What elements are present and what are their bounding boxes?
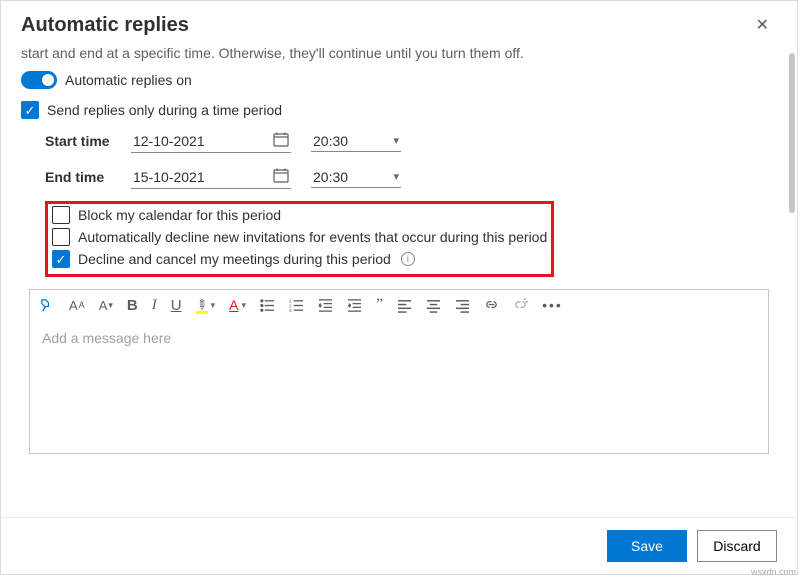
- font-size-icon[interactable]: A▾: [99, 298, 113, 313]
- dialog-title: Automatic replies: [21, 14, 189, 37]
- start-time-value: 20:30: [313, 133, 348, 149]
- block-calendar-label: Block my calendar for this period: [78, 207, 281, 223]
- close-icon[interactable]: ✕: [748, 11, 777, 39]
- editor-toolbar: AA A▾ B I U ✎▾ A▾ 123 ” •••: [30, 290, 768, 320]
- italic-icon[interactable]: I: [152, 297, 157, 314]
- auto-decline-label: Automatically decline new invitations fo…: [78, 229, 547, 245]
- end-time-field[interactable]: 20:30 ▾: [311, 167, 401, 188]
- watermark: wsxdn.com: [751, 567, 796, 577]
- underline-icon[interactable]: U: [171, 297, 182, 314]
- font-family-icon[interactable]: AA: [69, 298, 85, 313]
- message-editor: AA A▾ B I U ✎▾ A▾ 123 ” ••• Add a messag…: [29, 289, 769, 454]
- chevron-down-icon: ▾: [393, 170, 399, 183]
- auto-decline-checkbox[interactable]: [52, 228, 70, 246]
- discard-button[interactable]: Discard: [697, 530, 777, 562]
- indent-icon[interactable]: [347, 298, 362, 313]
- end-date-value: 15-10-2021: [133, 169, 205, 185]
- align-left-icon[interactable]: [397, 298, 412, 313]
- outdent-icon[interactable]: [318, 298, 333, 313]
- block-calendar-checkbox[interactable]: [52, 206, 70, 224]
- link-icon[interactable]: [484, 298, 499, 313]
- more-options-icon[interactable]: •••: [542, 297, 563, 313]
- align-right-icon[interactable]: [455, 298, 470, 313]
- auto-replies-toggle[interactable]: [21, 71, 57, 89]
- start-date-value: 12-10-2021: [133, 133, 205, 149]
- start-date-field[interactable]: 12-10-2021: [131, 129, 291, 153]
- quote-icon[interactable]: ”: [376, 296, 383, 314]
- svg-text:3: 3: [289, 308, 292, 313]
- highlight-icon[interactable]: ✎▾: [196, 296, 216, 314]
- align-center-icon[interactable]: [426, 298, 441, 313]
- save-button[interactable]: Save: [607, 530, 687, 562]
- highlighted-options: Block my calendar for this period Automa…: [45, 201, 554, 277]
- time-period-checkbox[interactable]: [21, 101, 39, 119]
- end-time-label: End time: [45, 169, 131, 185]
- time-period-label: Send replies only during a time period: [47, 102, 282, 118]
- scrollbar-thumb[interactable]: [789, 53, 795, 213]
- bold-icon[interactable]: B: [127, 297, 138, 314]
- font-color-icon[interactable]: A▾: [229, 297, 246, 313]
- cancel-meetings-label: Decline and cancel my meetings during th…: [78, 251, 391, 267]
- start-time-label: Start time: [45, 133, 131, 149]
- end-time-value: 20:30: [313, 169, 348, 185]
- info-icon[interactable]: i: [401, 252, 415, 266]
- bullet-list-icon[interactable]: [260, 298, 275, 313]
- message-textarea[interactable]: Add a message here: [30, 320, 768, 453]
- auto-replies-toggle-label: Automatic replies on: [65, 72, 192, 88]
- calendar-icon: [273, 167, 289, 186]
- format-painter-icon[interactable]: [40, 298, 55, 313]
- start-time-field[interactable]: 20:30 ▾: [311, 131, 401, 152]
- chevron-down-icon: ▾: [393, 134, 399, 147]
- intro-text: start and end at a specific time. Otherw…: [21, 45, 777, 61]
- calendar-icon: [273, 131, 289, 150]
- unlink-icon[interactable]: [513, 298, 528, 313]
- cancel-meetings-checkbox[interactable]: [52, 250, 70, 268]
- number-list-icon[interactable]: 123: [289, 298, 304, 313]
- end-date-field[interactable]: 15-10-2021: [131, 165, 291, 189]
